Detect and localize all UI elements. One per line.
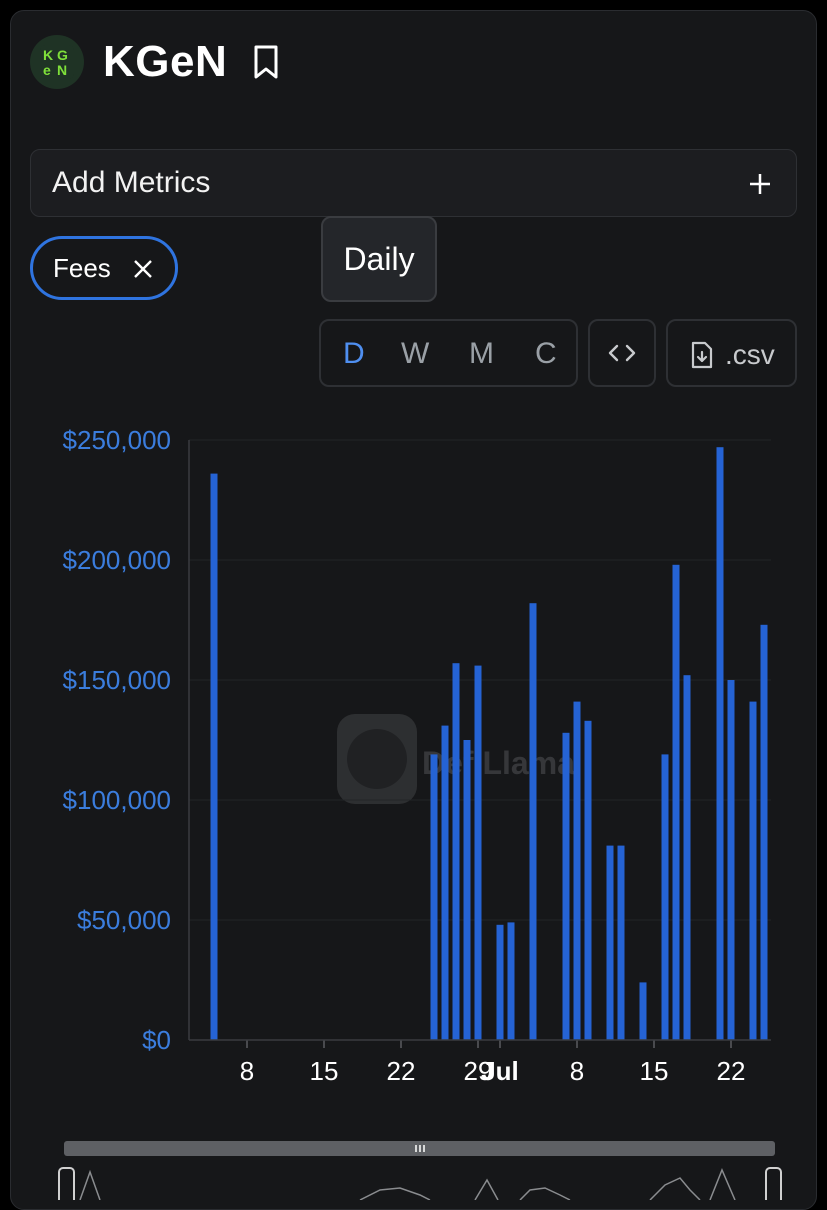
y-tick-label: $50,000	[77, 905, 171, 935]
fees-bar[interactable]	[760, 624, 768, 1040]
y-tick-label: $100,000	[63, 785, 171, 815]
x-tick-label: 22	[717, 1056, 746, 1086]
fees-bar[interactable]	[529, 603, 537, 1040]
fees-bar[interactable]	[749, 701, 757, 1040]
fees-bar[interactable]	[430, 754, 438, 1040]
range-slider-preview	[79, 1168, 736, 1200]
fees-bar[interactable]	[507, 922, 515, 1040]
y-tick-label: $250,000	[63, 425, 171, 455]
fees-bar[interactable]	[496, 924, 504, 1040]
fees-bar[interactable]	[573, 701, 581, 1040]
fees-bar[interactable]	[639, 982, 647, 1040]
fees-bar[interactable]	[441, 725, 449, 1040]
range-slider-left-handle[interactable]	[58, 1167, 75, 1200]
x-tick-label: Jul	[481, 1056, 519, 1086]
fees-bar[interactable]	[683, 675, 691, 1040]
fees-bar[interactable]	[661, 754, 669, 1040]
x-tick-label: 22	[387, 1056, 416, 1086]
fees-bar[interactable]	[210, 473, 218, 1041]
fees-bar[interactable]	[716, 447, 724, 1040]
y-tick-label: $150,000	[63, 665, 171, 695]
fees-bar-chart: DefiLlama $0$50,000$100,000$150,000$200,…	[58, 425, 782, 1200]
fees-bar[interactable]	[617, 845, 625, 1040]
fees-bar[interactable]	[562, 732, 570, 1040]
fees-bar[interactable]	[606, 845, 614, 1040]
x-tick-label: 15	[310, 1056, 339, 1086]
fees-bar[interactable]	[452, 663, 460, 1040]
fees-bar[interactable]	[672, 564, 680, 1040]
y-tick-label: $0	[142, 1025, 171, 1055]
x-tick-label: 8	[240, 1056, 254, 1086]
fees-bar[interactable]	[727, 680, 735, 1040]
fees-bar[interactable]	[463, 740, 471, 1040]
fees-bar[interactable]	[584, 720, 592, 1040]
x-tick-label: 15	[640, 1056, 669, 1086]
y-tick-label: $200,000	[63, 545, 171, 575]
range-slider-right-handle[interactable]	[765, 1167, 782, 1200]
x-tick-label: 8	[570, 1056, 584, 1086]
fees-bar[interactable]	[474, 665, 482, 1040]
